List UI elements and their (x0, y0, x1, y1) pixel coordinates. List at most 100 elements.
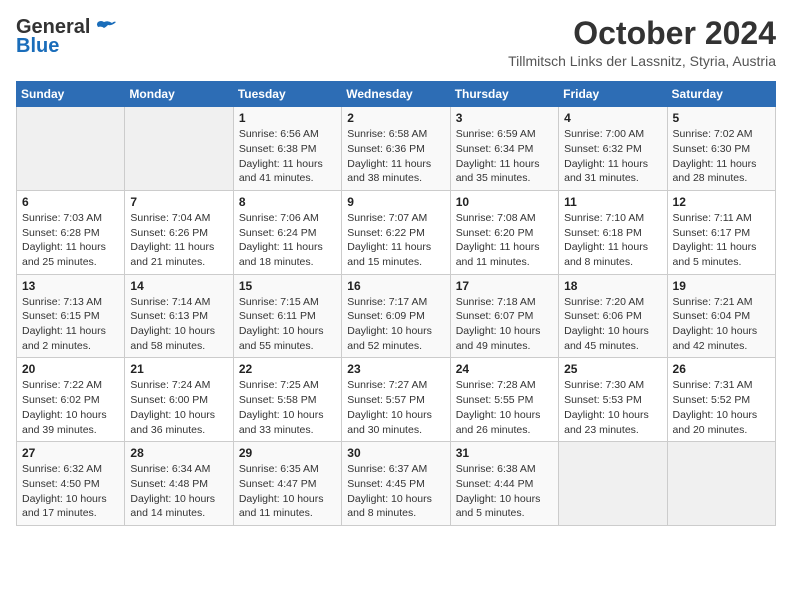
day-detail: Sunrise: 7:07 AM Sunset: 6:22 PM Dayligh… (347, 211, 444, 270)
month-title: October 2024 (508, 16, 776, 51)
day-detail: Sunrise: 6:58 AM Sunset: 6:36 PM Dayligh… (347, 127, 444, 186)
day-number: 25 (564, 362, 661, 376)
day-detail: Sunrise: 7:03 AM Sunset: 6:28 PM Dayligh… (22, 211, 119, 270)
day-number: 20 (22, 362, 119, 376)
day-number: 6 (22, 195, 119, 209)
logo: General Blue (16, 16, 116, 58)
day-detail: Sunrise: 7:21 AM Sunset: 6:04 PM Dayligh… (673, 295, 770, 354)
day-detail: Sunrise: 7:22 AM Sunset: 6:02 PM Dayligh… (22, 378, 119, 437)
day-detail: Sunrise: 7:14 AM Sunset: 6:13 PM Dayligh… (130, 295, 227, 354)
day-detail: Sunrise: 7:06 AM Sunset: 6:24 PM Dayligh… (239, 211, 336, 270)
location-subtitle: Tillmitsch Links der Lassnitz, Styria, A… (508, 53, 776, 69)
calendar-cell: 13 Sunrise: 7:13 AM Sunset: 6:15 PM Dayli… (17, 274, 125, 358)
day-detail: Sunrise: 6:38 AM Sunset: 4:44 PM Dayligh… (456, 462, 553, 521)
day-number: 5 (673, 111, 770, 125)
calendar-cell: 15 Sunrise: 7:15 AM Sunset: 6:11 PM Dayli… (233, 274, 341, 358)
calendar-cell: 25 Sunrise: 7:30 AM Sunset: 5:53 PM Dayli… (559, 358, 667, 442)
day-number: 13 (22, 279, 119, 293)
day-number: 14 (130, 279, 227, 293)
calendar-cell: 29 Sunrise: 6:35 AM Sunset: 4:47 PM Dayli… (233, 442, 341, 526)
day-number: 17 (456, 279, 553, 293)
calendar-cell: 28 Sunrise: 6:34 AM Sunset: 4:48 PM Dayli… (125, 442, 233, 526)
calendar-cell: 10 Sunrise: 7:08 AM Sunset: 6:20 PM Dayli… (450, 190, 558, 274)
calendar-week-4: 20 Sunrise: 7:22 AM Sunset: 6:02 PM Dayli… (17, 358, 776, 442)
calendar-cell: 19 Sunrise: 7:21 AM Sunset: 6:04 PM Dayli… (667, 274, 775, 358)
day-number: 23 (347, 362, 444, 376)
day-detail: Sunrise: 7:20 AM Sunset: 6:06 PM Dayligh… (564, 295, 661, 354)
day-number: 26 (673, 362, 770, 376)
logo-blue-text: Blue (16, 35, 59, 58)
day-header-monday: Monday (125, 82, 233, 107)
day-detail: Sunrise: 6:34 AM Sunset: 4:48 PM Dayligh… (130, 462, 227, 521)
calendar-cell: 22 Sunrise: 7:25 AM Sunset: 5:58 PM Dayli… (233, 358, 341, 442)
day-detail: Sunrise: 7:10 AM Sunset: 6:18 PM Dayligh… (564, 211, 661, 270)
calendar-cell: 27Sunrise: 6:32 AM Sunset: 4:50 PM Dayli… (17, 442, 125, 526)
day-detail: Sunrise: 7:30 AM Sunset: 5:53 PM Dayligh… (564, 378, 661, 437)
day-number: 9 (347, 195, 444, 209)
day-number: 2 (347, 111, 444, 125)
day-detail: Sunrise: 7:08 AM Sunset: 6:20 PM Dayligh… (456, 211, 553, 270)
calendar-cell: 14 Sunrise: 7:14 AM Sunset: 6:13 PM Dayli… (125, 274, 233, 358)
day-detail: Sunrise: 6:35 AM Sunset: 4:47 PM Dayligh… (239, 462, 336, 521)
calendar-cell: 7 Sunrise: 7:04 AM Sunset: 6:26 PM Daylig… (125, 190, 233, 274)
day-number: 28 (130, 446, 227, 460)
calendar-cell: 8 Sunrise: 7:06 AM Sunset: 6:24 PM Daylig… (233, 190, 341, 274)
day-number: 8 (239, 195, 336, 209)
day-number: 16 (347, 279, 444, 293)
day-detail: Sunrise: 7:17 AM Sunset: 6:09 PM Dayligh… (347, 295, 444, 354)
calendar-cell: 31 Sunrise: 6:38 AM Sunset: 4:44 PM Dayli… (450, 442, 558, 526)
day-detail: Sunrise: 7:15 AM Sunset: 6:11 PM Dayligh… (239, 295, 336, 354)
day-detail: Sunrise: 6:37 AM Sunset: 4:45 PM Dayligh… (347, 462, 444, 521)
calendar-cell: 3 Sunrise: 6:59 AM Sunset: 6:34 PM Daylig… (450, 107, 558, 191)
day-number: 15 (239, 279, 336, 293)
day-number: 10 (456, 195, 553, 209)
calendar-cell: 9 Sunrise: 7:07 AM Sunset: 6:22 PM Daylig… (342, 190, 450, 274)
day-number: 18 (564, 279, 661, 293)
calendar-cell (667, 442, 775, 526)
day-number: 4 (564, 111, 661, 125)
day-detail: Sunrise: 7:18 AM Sunset: 6:07 PM Dayligh… (456, 295, 553, 354)
day-detail: Sunrise: 7:02 AM Sunset: 6:30 PM Dayligh… (673, 127, 770, 186)
day-detail: Sunrise: 6:59 AM Sunset: 6:34 PM Dayligh… (456, 127, 553, 186)
day-detail: Sunrise: 7:24 AM Sunset: 6:00 PM Dayligh… (130, 378, 227, 437)
day-number: 7 (130, 195, 227, 209)
day-number: 31 (456, 446, 553, 460)
calendar-cell (559, 442, 667, 526)
day-detail: Sunrise: 7:00 AM Sunset: 6:32 PM Dayligh… (564, 127, 661, 186)
day-number: 22 (239, 362, 336, 376)
day-header-friday: Friday (559, 82, 667, 107)
calendar-week-2: 6 Sunrise: 7:03 AM Sunset: 6:28 PM Daylig… (17, 190, 776, 274)
calendar-cell: 30 Sunrise: 6:37 AM Sunset: 4:45 PM Dayli… (342, 442, 450, 526)
calendar-cell: 26Sunrise: 7:31 AM Sunset: 5:52 PM Dayli… (667, 358, 775, 442)
logo-bird-icon (94, 20, 116, 36)
calendar-cell: 20 Sunrise: 7:22 AM Sunset: 6:02 PM Dayli… (17, 358, 125, 442)
day-number: 1 (239, 111, 336, 125)
calendar-cell (17, 107, 125, 191)
calendar-cell: 6 Sunrise: 7:03 AM Sunset: 6:28 PM Daylig… (17, 190, 125, 274)
day-detail: Sunrise: 7:25 AM Sunset: 5:58 PM Dayligh… (239, 378, 336, 437)
day-number: 11 (564, 195, 661, 209)
calendar-cell: 16 Sunrise: 7:17 AM Sunset: 6:09 PM Dayli… (342, 274, 450, 358)
title-block: October 2024 Tillmitsch Links der Lassni… (508, 16, 776, 69)
day-detail: Sunrise: 6:56 AM Sunset: 6:38 PM Dayligh… (239, 127, 336, 186)
calendar-cell: 2 Sunrise: 6:58 AM Sunset: 6:36 PM Daylig… (342, 107, 450, 191)
calendar-cell: 21 Sunrise: 7:24 AM Sunset: 6:00 PM Dayli… (125, 358, 233, 442)
day-header-thursday: Thursday (450, 82, 558, 107)
page-header: General Blue October 2024 Tillmitsch Lin… (16, 16, 776, 69)
day-detail: Sunrise: 7:13 AM Sunset: 6:15 PM Dayligh… (22, 295, 119, 354)
day-number: 30 (347, 446, 444, 460)
day-header-wednesday: Wednesday (342, 82, 450, 107)
day-number: 21 (130, 362, 227, 376)
day-header-sunday: Sunday (17, 82, 125, 107)
calendar-table: SundayMondayTuesdayWednesdayThursdayFrid… (16, 81, 776, 526)
day-detail: Sunrise: 7:27 AM Sunset: 5:57 PM Dayligh… (347, 378, 444, 437)
day-number: 12 (673, 195, 770, 209)
calendar-cell: 17 Sunrise: 7:18 AM Sunset: 6:07 PM Dayli… (450, 274, 558, 358)
day-header-saturday: Saturday (667, 82, 775, 107)
day-number: 19 (673, 279, 770, 293)
calendar-cell: 12Sunrise: 7:11 AM Sunset: 6:17 PM Dayli… (667, 190, 775, 274)
day-number: 3 (456, 111, 553, 125)
day-detail: Sunrise: 7:04 AM Sunset: 6:26 PM Dayligh… (130, 211, 227, 270)
day-number: 29 (239, 446, 336, 460)
calendar-cell: 4 Sunrise: 7:00 AM Sunset: 6:32 PM Daylig… (559, 107, 667, 191)
